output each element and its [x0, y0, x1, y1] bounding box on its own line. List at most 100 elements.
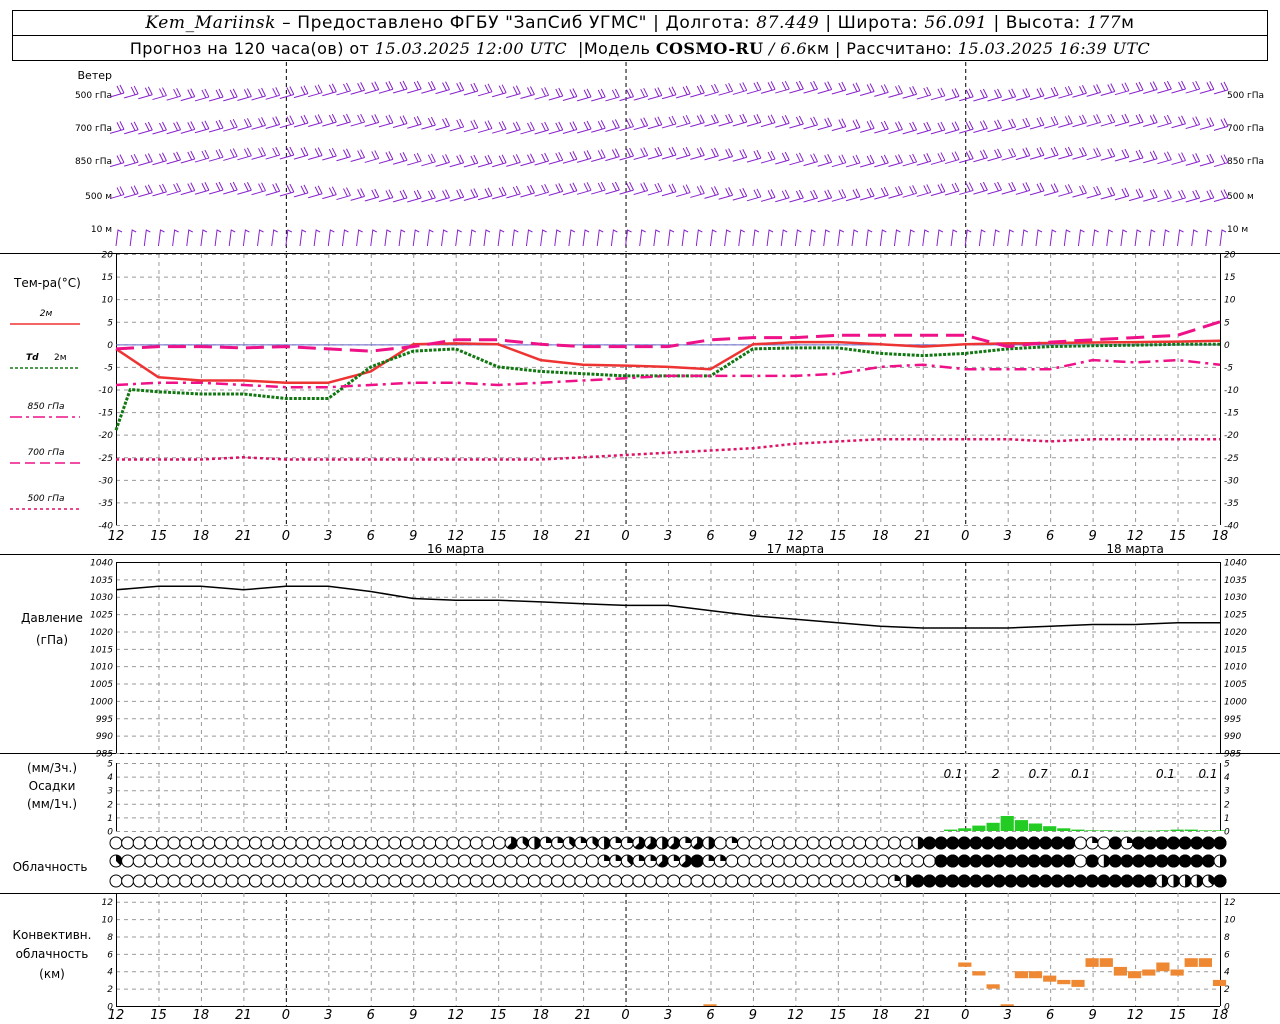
- cloud-symbol: [190, 854, 204, 868]
- cloud-symbol: [551, 874, 565, 888]
- wind-barb: [732, 187, 748, 201]
- wind-barb: [1044, 183, 1059, 196]
- precip-bar: [1184, 829, 1198, 831]
- wind-barb: [265, 183, 281, 196]
- wind-barb: [732, 82, 748, 95]
- cloud-symbol-fill: [604, 837, 611, 849]
- cloud-symbol-fill: [1190, 836, 1204, 850]
- wind-barb-10m: [1092, 229, 1099, 247]
- cloud-symbol: [190, 836, 204, 850]
- wind-barb: [124, 153, 139, 167]
- wind-barb: [562, 121, 578, 134]
- wind-barb: [449, 188, 465, 202]
- cloud-symbol: [307, 874, 321, 888]
- cloud-symbol: [795, 874, 809, 888]
- temp-ytick-label: -20: [1224, 431, 1239, 441]
- conv-bar: [986, 984, 1000, 989]
- wind-barb: [1015, 147, 1031, 161]
- cloud-symbol: [888, 836, 902, 850]
- cloud-symbol-fill: [1015, 836, 1029, 850]
- cloud-symbol: [283, 836, 297, 850]
- wind-barb-10m: [724, 229, 731, 247]
- cloud-symbol: [1074, 854, 1087, 868]
- wind-barb: [237, 118, 252, 131]
- pressure-ytick-label: 1040: [90, 559, 113, 569]
- cloud-symbol: [771, 836, 785, 850]
- wind-barb: [138, 184, 153, 198]
- wind-barb-10m: [341, 229, 349, 247]
- wind-barb: [591, 149, 606, 162]
- wind-barb: [860, 120, 875, 133]
- cloud-symbol: [527, 874, 541, 888]
- cloud-symbol-fill: [1027, 836, 1041, 850]
- wind-barb-10m: [582, 229, 590, 247]
- temp-legend-label: 500 гПа: [27, 494, 64, 504]
- wind-barb: [308, 114, 323, 127]
- cloud-symbol-fill: [1120, 874, 1134, 888]
- cloud-symbol: [434, 854, 448, 868]
- cloud-symbol-fill: [1004, 874, 1018, 888]
- wind-barb: [237, 88, 252, 101]
- precip-ytick-label: 0: [1224, 828, 1230, 838]
- wind-barb-10m: [1134, 229, 1142, 247]
- conv-label: (км): [39, 967, 65, 981]
- wind-barb-10m: [441, 229, 448, 247]
- pressure-ytick-label: 1005: [90, 680, 113, 690]
- wind-barb: [1185, 116, 1201, 130]
- precip-bar: [1099, 830, 1113, 831]
- cloud-symbol: [586, 854, 599, 868]
- wind-barb: [1029, 146, 1045, 160]
- wind-barb: [944, 88, 960, 101]
- wind-barb-10m: [639, 229, 646, 247]
- wind-barb: [690, 185, 705, 198]
- cloud-symbol: [748, 836, 762, 850]
- cloud-symbol-fill: [969, 874, 983, 888]
- conv-bar: [1057, 979, 1071, 985]
- wind-barb: [591, 88, 606, 102]
- wind-barb-10m: [823, 229, 830, 247]
- wind-barb-10m: [1063, 229, 1071, 247]
- precip-bar: [1000, 816, 1014, 831]
- wind-barb: [1185, 189, 1201, 203]
- wind-barb: [888, 154, 903, 167]
- wind-barb: [1114, 82, 1130, 96]
- cloud-symbol-fill: [934, 854, 948, 868]
- wind-barb: [1199, 189, 1215, 203]
- pressure-ytick-label: 1030: [90, 593, 113, 603]
- wind-barb: [435, 154, 450, 167]
- wind-barb-10m: [200, 229, 208, 247]
- cloud-symbol-fill: [969, 836, 983, 850]
- wind-barb: [138, 86, 153, 100]
- wind-barb: [180, 88, 196, 102]
- cloud-symbol: [411, 874, 425, 888]
- cloud-symbol: [539, 854, 553, 868]
- cloud-symbol: [318, 854, 332, 868]
- cloud-symbol: [330, 836, 344, 850]
- precip-bar: [1071, 829, 1085, 831]
- wind-barb: [1213, 189, 1229, 202]
- precip-ytick-label: 3: [107, 787, 113, 797]
- cloud-symbol: [864, 874, 878, 888]
- cloud-symbol-fill: [1039, 836, 1053, 850]
- wind-barb: [336, 148, 351, 162]
- cloud-symbol: [179, 854, 193, 868]
- wind-barb: [336, 187, 351, 201]
- wind-barb: [1114, 113, 1130, 127]
- x-tick-label: 12: [108, 529, 125, 544]
- conv-bar: [1184, 958, 1198, 967]
- wind-barb: [1128, 188, 1144, 202]
- wind-barb: [1015, 117, 1031, 131]
- cloud-symbol: [388, 836, 402, 850]
- wind-barb: [831, 154, 847, 168]
- precip-ytick-label: 1: [107, 814, 113, 824]
- precip-bar: [1198, 830, 1212, 831]
- pressure-ytick-label: 1010: [90, 663, 113, 673]
- wind-barb: [902, 185, 918, 198]
- cloud-symbol: [446, 854, 460, 868]
- wind-barb-10m: [497, 229, 505, 247]
- wind-barb: [718, 148, 734, 161]
- cloud-symbol: [481, 854, 495, 868]
- wind-barb-10m: [568, 229, 576, 247]
- wind-barb: [1171, 189, 1186, 203]
- wind-barb: [223, 148, 238, 161]
